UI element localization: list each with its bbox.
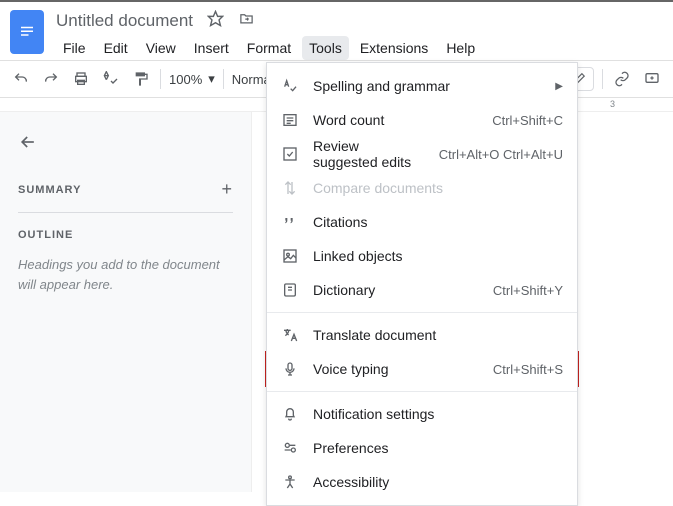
menubar: FileEditViewInsertFormatToolsExtensionsH…: [56, 36, 663, 60]
menu-item-shortcut: Ctrl+Alt+O Ctrl+Alt+U: [439, 147, 563, 162]
menu-file[interactable]: File: [56, 36, 93, 60]
outline-placeholder: Headings you add to the document will ap…: [18, 255, 233, 294]
outline-heading: OUTLINE: [18, 229, 233, 241]
add-comment-icon[interactable]: [641, 68, 663, 90]
docs-logo[interactable]: [10, 10, 44, 54]
menu-extensions[interactable]: Extensions: [353, 36, 435, 60]
menu-item-label: Preferences: [313, 440, 563, 456]
submenu-arrow-icon: ▶: [555, 81, 563, 92]
link-icon[interactable]: [611, 68, 633, 90]
tools-item-preferences[interactable]: Preferences: [267, 431, 577, 465]
menu-item-label: Accessibility: [313, 474, 563, 490]
menu-insert[interactable]: Insert: [187, 36, 236, 60]
menu-item-label: Notification settings: [313, 406, 563, 422]
tools-item-dictionary[interactable]: Dictionary Ctrl+Shift+Y: [267, 273, 577, 307]
menu-item-label: Dictionary: [313, 282, 479, 298]
menu-item-label: Compare documents: [313, 180, 563, 196]
menu-tools[interactable]: Tools: [302, 36, 349, 60]
tools-menu: Spelling and grammar ▶ Word count Ctrl+Shif…: [266, 62, 578, 506]
star-icon[interactable]: [207, 10, 224, 32]
translate-icon: [281, 327, 299, 343]
menu-item-label: Voice typing: [313, 361, 479, 377]
sidebar-back-button[interactable]: [18, 132, 233, 157]
document-title[interactable]: Untitled document: [56, 11, 193, 31]
compare-icon: [281, 180, 299, 196]
menu-item-shortcut: Ctrl+Shift+Y: [493, 283, 563, 298]
menu-item-label: Citations: [313, 214, 563, 230]
paint-format-icon[interactable]: [130, 68, 152, 90]
menu-item-label: Linked objects: [313, 248, 563, 264]
add-summary-button[interactable]: +: [221, 179, 233, 200]
prefs-icon: [281, 440, 299, 456]
menu-help[interactable]: Help: [439, 36, 482, 60]
tools-item-accessibility[interactable]: Accessibility: [267, 465, 577, 499]
redo-icon[interactable]: [40, 68, 62, 90]
review-icon: [281, 146, 299, 162]
tools-item-voice-typing[interactable]: Voice typing Ctrl+Shift+S: [267, 352, 577, 386]
menu-item-label: Spelling and grammar: [313, 78, 541, 94]
menu-edit[interactable]: Edit: [97, 36, 135, 60]
zoom-selector[interactable]: 100% ▾: [169, 71, 215, 87]
summary-heading: SUMMARY: [18, 184, 81, 196]
dropdown-arrow-icon: ▾: [208, 71, 215, 87]
accessibility-icon: [281, 474, 299, 490]
menu-item-shortcut: Ctrl+Shift+S: [493, 362, 563, 377]
menu-separator: [267, 312, 577, 313]
dictionary-icon: [281, 282, 299, 298]
tools-item-compare-documents: Compare documents: [267, 171, 577, 205]
menu-item-shortcut: Ctrl+Shift+C: [492, 113, 563, 128]
bell-icon: [281, 406, 299, 422]
menu-item-label: Review suggested edits: [313, 138, 425, 170]
tools-item-citations[interactable]: Citations: [267, 205, 577, 239]
undo-icon[interactable]: [10, 68, 32, 90]
menu-item-label: Translate document: [313, 327, 563, 343]
voice-icon: [281, 361, 299, 377]
menu-separator: [267, 391, 577, 392]
tools-item-notification-settings[interactable]: Notification settings: [267, 397, 577, 431]
spellcheck-icon[interactable]: [100, 68, 122, 90]
tools-item-spelling-and-grammar[interactable]: Spelling and grammar ▶: [267, 69, 577, 103]
wordcount-icon: [281, 112, 299, 128]
move-to-folder-icon[interactable]: [238, 11, 255, 31]
menu-view[interactable]: View: [139, 36, 183, 60]
spellcheck-icon: [281, 78, 299, 94]
citations-icon: [281, 214, 299, 230]
tools-item-linked-objects[interactable]: Linked objects: [267, 239, 577, 273]
menu-format[interactable]: Format: [240, 36, 298, 60]
outline-sidebar: SUMMARY + OUTLINE Headings you add to th…: [0, 112, 252, 492]
tools-item-word-count[interactable]: Word count Ctrl+Shift+C: [267, 103, 577, 137]
menu-item-label: Word count: [313, 112, 478, 128]
linked-icon: [281, 248, 299, 264]
print-icon[interactable]: [70, 68, 92, 90]
tools-item-translate-document[interactable]: Translate document: [267, 318, 577, 352]
tools-item-review-suggested-edits[interactable]: Review suggested edits Ctrl+Alt+O Ctrl+Al…: [267, 137, 577, 171]
